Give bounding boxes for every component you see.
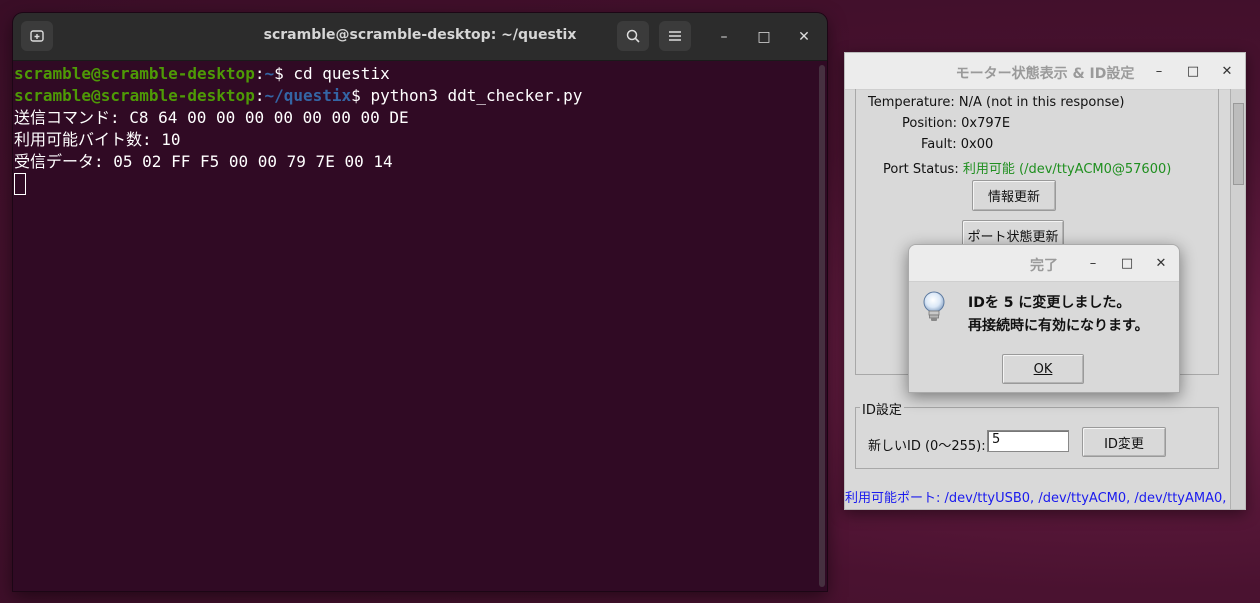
prompt-dir: ~/questix	[264, 86, 352, 105]
menu-button[interactable]	[659, 21, 691, 51]
prompt-command: $ cd questix	[274, 64, 390, 83]
position-value: 0x797E	[961, 116, 1011, 131]
terminal-header: scramble@scramble-desktop: ~/questix – □…	[13, 13, 827, 61]
dialog-close-button[interactable]: ✕	[1151, 253, 1171, 273]
output-line: 送信コマンド: C8 64 00 00 00 00 00 00 00 DE	[14, 108, 409, 127]
prompt-command: $ python3 ddt_checker.py	[351, 86, 583, 105]
tk-scrollbar[interactable]	[1230, 89, 1245, 509]
change-id-button[interactable]: ID変更	[1082, 427, 1166, 457]
output-line: 受信データ: 05 02 FF F5 00 00 79 7E 00 14	[14, 152, 393, 171]
port-status-label: Port Status:	[883, 162, 959, 177]
port-status-value: 利用可能 (/dev/ttyACM0@57600)	[962, 162, 1172, 177]
close-button[interactable]: ✕	[793, 26, 815, 48]
minimize-button[interactable]: –	[713, 26, 735, 48]
fault-value: 0x00	[960, 137, 994, 152]
prompt-user: scramble@scramble-desktop	[14, 64, 255, 83]
id-group-legend: ID設定	[860, 399, 904, 418]
fault-row: Fault: 0x00	[921, 137, 993, 152]
tk-maximize-button[interactable]: □	[1183, 61, 1203, 81]
fault-label: Fault:	[921, 137, 957, 152]
port-status-row: Port Status: 利用可能 (/dev/ttyACM0@57600)	[883, 158, 1171, 177]
id-settings-group: ID設定 新しいID (0〜255): 5 ID変更	[855, 399, 1219, 469]
position-row: Position: 0x797E	[902, 116, 1010, 131]
new-id-input[interactable]: 5	[987, 430, 1069, 452]
prompt-dir: ~	[264, 64, 275, 83]
dialog-message: IDを 5 に変更しました。 再接続時に有効になります。	[968, 292, 1149, 338]
dialog-message-line2: 再接続時に有効になります。	[968, 318, 1149, 334]
prompt-user: scramble@scramble-desktop	[14, 86, 255, 105]
maximize-button[interactable]: □	[753, 26, 775, 48]
text-cursor	[14, 173, 26, 195]
temperature-value: N/A (not in this response)	[958, 95, 1125, 110]
refresh-info-button[interactable]: 情報更新	[972, 180, 1056, 211]
available-ports-text: 利用可能ポート: /dev/ttyUSB0, /dev/ttyACM0, /de…	[845, 491, 1229, 506]
terminal-output[interactable]: scramble@scramble-desktop:~$ cd questix …	[13, 61, 815, 591]
tk-scroll-thumb[interactable]	[1233, 103, 1244, 185]
terminal-title: scramble@scramble-desktop: ~/questix	[263, 27, 577, 43]
tk-minimize-button[interactable]: –	[1149, 61, 1169, 81]
position-label: Position:	[902, 116, 957, 131]
terminal-window[interactable]: scramble@scramble-desktop: ~/questix – □…	[13, 13, 827, 591]
dialog-maximize-button[interactable]: □	[1117, 253, 1137, 273]
temperature-label: Temperature:	[868, 95, 955, 110]
dialog-title: 完了	[1030, 258, 1058, 274]
search-button[interactable]	[617, 21, 649, 51]
tk-header: モーター状態表示 & ID設定 – □ ✕	[845, 53, 1245, 90]
completion-dialog[interactable]: 完了 – □ ✕ IDを 5 に変更しました。 再接続時に有効になります。 OK	[908, 244, 1180, 393]
cursor-line	[14, 173, 814, 195]
tk-close-button[interactable]: ✕	[1217, 61, 1237, 81]
new-id-label: 新しいID (0〜255):	[868, 439, 986, 454]
dialog-header: 完了 – □ ✕	[909, 245, 1179, 282]
dialog-minimize-button[interactable]: –	[1083, 253, 1103, 273]
terminal-scrollbar[interactable]	[819, 65, 825, 587]
terminal-line: scramble@scramble-desktop:~/questix$ pyt…	[14, 85, 814, 107]
lightbulb-info-icon	[921, 291, 947, 327]
ok-button[interactable]: OK	[1002, 354, 1084, 384]
search-icon	[626, 29, 640, 43]
terminal-line: scramble@scramble-desktop:~$ cd questix	[14, 63, 814, 85]
dialog-message-line1: IDを 5 に変更しました。	[968, 295, 1131, 311]
output-line: 利用可能バイト数: 10	[14, 130, 181, 149]
menu-icon	[669, 31, 681, 41]
temperature-row: Temperature: N/A (not in this response)	[868, 95, 1124, 110]
